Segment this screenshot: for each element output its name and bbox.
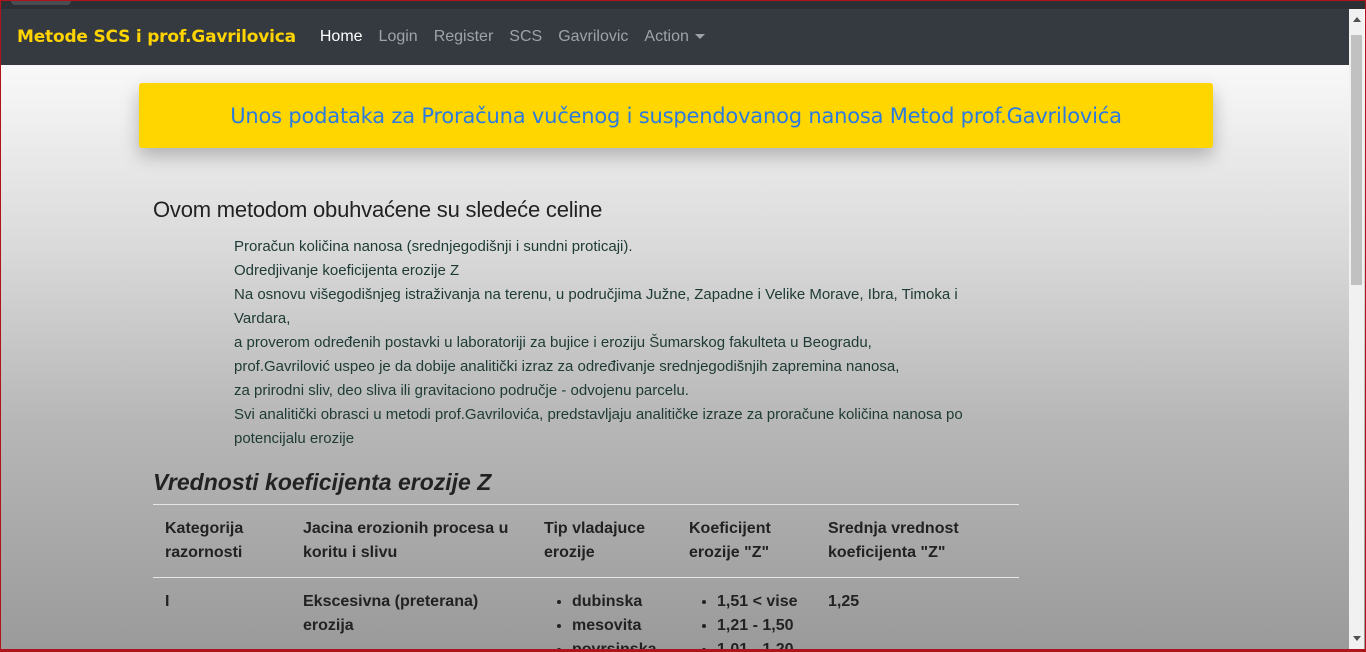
intro-line: Svi analitički obrasci u metodi prof.Gav… (234, 406, 963, 423)
list-item: 1,51 < vise (717, 590, 804, 614)
column-header: Kategorija razornosti (165, 520, 244, 561)
column-header: Jacina erozionih procesa u koritu i sliv… (303, 520, 509, 561)
intro-line: Vardara, (234, 310, 291, 327)
table-row: I Ekscesivna (preterana) erozija dubinsk… (153, 578, 1019, 651)
intro-line: za prirodni sliv, deo sliva ili gravitac… (234, 382, 689, 399)
caret-down-icon (694, 34, 705, 40)
navbar: Metode SCS i prof.Gavrilovica Home Login… (1, 9, 1351, 65)
scroll-up-arrow-icon[interactable] (1353, 17, 1361, 22)
nav-gavrilovic[interactable]: Gavrilovic (558, 28, 628, 46)
title-banner: Unos podataka za Proračuna vučenog i sus… (139, 83, 1213, 148)
intro-text: Proračun količina nanosa (srednjegodišnj… (234, 235, 1019, 451)
nav-register[interactable]: Register (434, 28, 494, 46)
cell-category: I (165, 593, 170, 610)
list-item: 1,21 - 1,50 (717, 614, 804, 638)
scrollbar-thumb[interactable] (1351, 35, 1362, 285)
intro-line: prof.Gavrilović uspeo je da dobije anali… (234, 358, 900, 375)
navbar-brand[interactable]: Metode SCS i prof.Gavrilovica (17, 27, 296, 47)
table-header-row: Kategorija razornosti Jacina erozionih p… (153, 504, 1019, 578)
intro-line: Proračun količina nanosa (srednjegodišnj… (234, 238, 633, 255)
banner-title: Unos podataka za Proračuna vučenog i sus… (230, 103, 1122, 128)
intro-line: a proverom određenih postavki u laborato… (234, 334, 872, 351)
main-content: Ovom metodom obuhvaćene su sledeće celin… (153, 197, 1019, 651)
nav-home[interactable]: Home (320, 28, 363, 46)
vertical-scrollbar[interactable] (1349, 9, 1364, 649)
erosion-coefficient-table: Kategorija razornosti Jacina erozionih p… (153, 504, 1019, 651)
page-frame: Metode SCS i prof.Gavrilovica Home Login… (0, 0, 1366, 652)
intro-line: potencijalu erozije (234, 430, 355, 447)
table-heading: Vrednosti koeficijenta erozije Z (153, 469, 492, 495)
browser-tab-edge (11, 1, 71, 5)
column-header: Koeficijent erozije "Z" (689, 520, 771, 561)
nav-links: Home Login Register SCS Gavrilovic Actio… (320, 28, 721, 46)
scroll-down-arrow-icon[interactable] (1353, 636, 1361, 641)
window-bottom-border (1, 649, 1365, 651)
nav-action-dropdown[interactable]: Action (644, 28, 705, 46)
column-header: Tip vladajuce erozije (544, 520, 646, 561)
intro-line: Na osnovu višegodišnjeg istraživanja na … (234, 286, 958, 303)
intro-heading: Ovom metodom obuhvaćene su sledeće celin… (153, 197, 603, 222)
nav-action-label: Action (644, 28, 689, 45)
cell-erosion-types: dubinska mesovita povrsinska (532, 578, 677, 651)
intro-line: Odredjivanje koeficijenta erozije Z (234, 262, 460, 279)
column-header: Srednja vrednost koeficijenta "Z" (828, 520, 959, 561)
nav-scs[interactable]: SCS (509, 28, 542, 46)
cell-intensity: Ekscesivna (preterana) erozija (303, 593, 479, 634)
nav-login[interactable]: Login (379, 28, 418, 46)
cell-coefficients: 1,51 < vise 1,21 - 1,50 1,01 - 1,20 (677, 578, 816, 651)
cell-mean: 1,25 (828, 593, 860, 610)
list-item: mesovita (572, 614, 665, 638)
list-item: dubinska (572, 590, 665, 614)
browser-top-strip (1, 1, 1365, 9)
